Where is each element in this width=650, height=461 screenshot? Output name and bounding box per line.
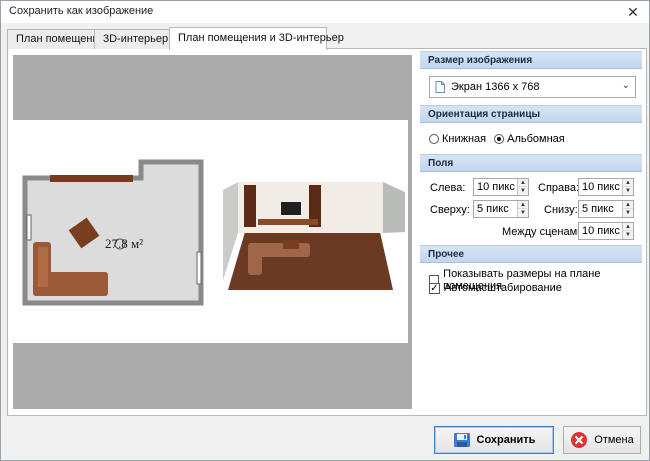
close-icon[interactable]: ✕ bbox=[619, 1, 647, 23]
area-label: 27.8 м² bbox=[105, 236, 143, 251]
section-header-image-size: Размер изображения bbox=[420, 51, 642, 69]
margin-top-value: 5 пикс bbox=[477, 203, 509, 215]
radio-landscape-label[interactable]: Альбомная bbox=[507, 133, 565, 145]
tab-floor-plan[interactable]: План помещения bbox=[7, 29, 105, 49]
tab-plan-and-3d[interactable]: План помещения и 3D-интерьер bbox=[169, 27, 344, 50]
margin-right-value: 10 пикс bbox=[582, 181, 620, 193]
radio-portrait[interactable] bbox=[429, 134, 439, 144]
margin-bottom-stepper[interactable]: 5 пикс ▲ ▼ bbox=[578, 200, 634, 218]
spin-up-icon[interactable]: ▲ bbox=[518, 201, 528, 209]
margin-left-value: 10 пикс bbox=[477, 181, 515, 193]
interior-3d-view bbox=[223, 182, 405, 295]
margin-left-label: Слева: bbox=[430, 182, 466, 194]
save-button[interactable]: Сохранить bbox=[434, 426, 554, 454]
image-size-select[interactable]: Экран 1366 x 768 ⌄ bbox=[429, 76, 636, 98]
spin-up-icon[interactable]: ▲ bbox=[518, 179, 528, 187]
image-size-value: Экран 1366 x 768 bbox=[451, 81, 540, 93]
spin-down-icon[interactable]: ▼ bbox=[518, 187, 528, 195]
section-header-margins: Поля bbox=[420, 154, 642, 172]
scene-gap-label: Между сценами: bbox=[502, 226, 587, 238]
preview-canvas: 27.8 м² bbox=[13, 120, 408, 343]
spin-down-icon[interactable]: ▼ bbox=[623, 209, 633, 217]
floor-plan-2d bbox=[22, 159, 204, 306]
autoscale-checkbox[interactable]: ✓ bbox=[429, 282, 440, 294]
tab-3d-interior[interactable]: 3D-интерьер bbox=[94, 29, 170, 49]
margin-right-label: Справа: bbox=[538, 182, 580, 194]
tab-label: План помещения bbox=[16, 33, 105, 45]
spin-down-icon[interactable]: ▼ bbox=[623, 187, 633, 195]
spin-down-icon[interactable]: ▼ bbox=[518, 209, 528, 217]
radio-landscape[interactable] bbox=[494, 134, 505, 144]
autoscale-label[interactable]: Автомасштабирование bbox=[444, 282, 562, 294]
save-button-label: Сохранить bbox=[476, 434, 536, 446]
cancel-icon bbox=[571, 432, 588, 448]
margin-right-stepper[interactable]: 10 пикс ▲ ▼ bbox=[578, 178, 634, 196]
save-as-image-dialog: Сохранить как изображение ✕ План помещен… bbox=[0, 0, 650, 461]
radio-portrait-label[interactable]: Книжная bbox=[442, 133, 486, 145]
document-icon bbox=[435, 81, 445, 93]
cancel-button[interactable]: Отмена bbox=[563, 426, 641, 454]
margin-left-stepper[interactable]: 10 пикс ▲ ▼ bbox=[473, 178, 529, 196]
spin-up-icon[interactable]: ▲ bbox=[623, 179, 633, 187]
tab-label: 3D-интерьер bbox=[103, 33, 169, 45]
autoscale-option[interactable]: ✓ Автомасштабирование bbox=[429, 282, 562, 294]
floor-plan-and-3d-illustration: 27.8 м² bbox=[22, 159, 405, 306]
settings-panel: Размер изображения Экран 1366 x 768 ⌄ Ор… bbox=[420, 51, 642, 414]
margin-top-label: Сверху: bbox=[430, 204, 470, 216]
spin-down-icon[interactable]: ▼ bbox=[623, 231, 633, 239]
title-bar: Сохранить как изображение ✕ bbox=[1, 1, 649, 23]
margin-bottom-value: 5 пикс bbox=[582, 203, 614, 215]
margin-top-stepper[interactable]: 5 пикс ▲ ▼ bbox=[473, 200, 529, 218]
spin-up-icon[interactable]: ▲ bbox=[623, 223, 633, 231]
section-header-other: Прочее bbox=[420, 245, 642, 263]
spin-up-icon[interactable]: ▲ bbox=[623, 201, 633, 209]
margin-bottom-label: Снизу: bbox=[544, 204, 578, 216]
scene-gap-stepper[interactable]: 10 пикс ▲ ▼ bbox=[578, 222, 634, 240]
section-header-orientation: Ориентация страницы bbox=[420, 105, 642, 123]
chevron-down-icon[interactable]: ⌄ bbox=[622, 80, 630, 91]
window-title: Сохранить как изображение bbox=[9, 5, 154, 17]
cancel-button-label: Отмена bbox=[594, 434, 634, 446]
preview-area: 27.8 м² bbox=[13, 55, 412, 409]
orientation-options: Книжная Альбомная bbox=[429, 133, 573, 145]
save-image-icon bbox=[453, 433, 470, 447]
tab-label: План помещения и 3D-интерьер bbox=[178, 32, 344, 44]
scene-gap-value: 10 пикс bbox=[582, 225, 620, 237]
